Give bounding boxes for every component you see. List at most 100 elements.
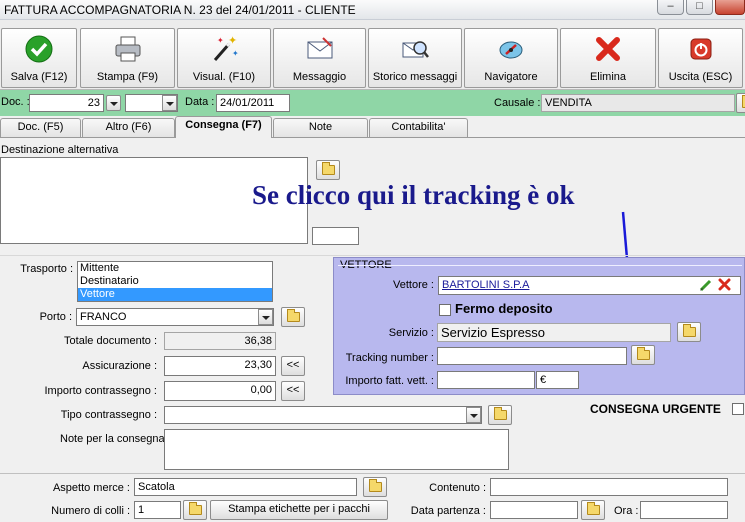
compass-icon [499, 41, 523, 59]
stampa-etichette-button[interactable]: Stampa etichette per i pacchi [210, 500, 388, 520]
annotation-text: Se clicco qui il tracking è ok [252, 180, 574, 211]
visual-button[interactable]: ✦ ✦ ✦ Visual. (F10) [177, 28, 271, 88]
delete-icon[interactable] [718, 278, 731, 291]
stampa-label: Stampa (F9) [96, 71, 159, 83]
totale-label: Totale documento : [64, 335, 157, 347]
fermo-deposito-label: Fermo deposito [455, 301, 553, 316]
aspetto-label: Aspetto merce : [52, 482, 130, 494]
aspetto-lookup-button[interactable] [363, 477, 387, 497]
tipo-contrassegno-lookup-button[interactable] [488, 405, 512, 425]
stampa-button[interactable]: Stampa (F9) [80, 28, 175, 88]
tab-altro[interactable]: Altro (F6) [82, 118, 175, 137]
messaggio-label: Messaggio [292, 71, 347, 83]
contrassegno-label: Importo contrassegno : [44, 385, 157, 397]
tipo-contrassegno-label: Tipo contrassegno : [60, 409, 157, 421]
ora-label: Ora : [614, 505, 639, 517]
uscita-button[interactable]: Uscita (ESC) [658, 28, 743, 88]
destinazione-lookup-button[interactable] [316, 160, 340, 180]
note-consegna-textarea[interactable] [164, 429, 509, 470]
porto-lookup-button[interactable] [281, 307, 305, 327]
elimina-button[interactable]: Elimina [560, 28, 656, 88]
tab-doc[interactable]: Doc. (F5) [0, 118, 81, 137]
assicurazione-field[interactable]: 23,30 [164, 356, 276, 376]
porto-select[interactable]: FRANCO [76, 308, 274, 326]
envelope-icon [307, 37, 332, 59]
navigatore-label: Navigatore [484, 71, 538, 83]
causale-lookup-button[interactable] [736, 93, 745, 113]
tab-contabilita[interactable]: Contabilita' [369, 118, 468, 137]
fermo-deposito-checkbox[interactable] [439, 304, 451, 316]
servizio-label: Servizio : [388, 327, 434, 339]
toolbar: Salva (F12) Stampa (F9) ✦ ✦ ✦ Visual. (F10… [0, 20, 745, 90]
tab-note[interactable]: Note [273, 118, 368, 137]
salva-button[interactable]: Salva (F12) [1, 28, 77, 88]
causale-field[interactable]: VENDITA [541, 94, 735, 112]
vettore-field[interactable]: BARTOLINI S.P.A [438, 276, 741, 295]
servizio-field[interactable]: Servizio Espresso [437, 323, 671, 342]
folder-icon [189, 502, 202, 515]
storico-messaggi-button[interactable]: Storico messaggi [368, 28, 462, 88]
folder-icon [287, 309, 300, 322]
contrassegno-back-button[interactable]: << [281, 381, 305, 401]
divider [338, 265, 742, 266]
close-window-button[interactable] [715, 0, 745, 15]
maximize-button[interactable]: □ [686, 0, 713, 15]
destinazione-legend: Destinazione alternativa [1, 144, 119, 156]
folder-icon [587, 502, 600, 515]
x-icon [596, 37, 620, 61]
consegna-urgente-label: CONSEGNA URGENTE [590, 402, 721, 416]
salva-label: Salva (F12) [10, 71, 68, 83]
storico-messaggi-label: Storico messaggi [372, 71, 458, 83]
data-label: Data : [185, 96, 215, 108]
causale-label: Causale : [494, 97, 541, 109]
tracking-field[interactable] [437, 347, 627, 365]
doc-number-field[interactable]: 23 [29, 94, 104, 112]
servizio-lookup-button[interactable] [677, 322, 701, 342]
ora-field[interactable] [640, 501, 728, 519]
tracking-label: Tracking number : [345, 352, 434, 364]
importo-vettore-field[interactable] [437, 371, 535, 389]
data-partenza-field[interactable] [490, 501, 578, 519]
trasporto-label: Trasporto : [20, 263, 73, 275]
svg-text:✦: ✦ [228, 35, 237, 47]
chevron-down-icon[interactable] [258, 309, 273, 325]
visual-label: Visual. (F10) [192, 71, 256, 83]
svg-text:✦: ✦ [232, 49, 239, 58]
minimize-button[interactable]: – [657, 0, 684, 15]
navigatore-button[interactable]: Navigatore [464, 28, 558, 88]
messaggio-button[interactable]: Messaggio [273, 28, 366, 88]
doc-spin-button[interactable] [106, 95, 121, 111]
envelope-search-icon [402, 41, 429, 58]
colli-label: Numero di colli : [51, 505, 130, 517]
window-title: FATTURA ACCOMPAGNATORIA N. 23 del 24/01/… [4, 3, 356, 17]
divider [0, 255, 745, 256]
tracking-lookup-button[interactable] [631, 345, 655, 365]
list-item[interactable]: Mittente [78, 262, 272, 275]
data-partenza-label: Data partenza : [410, 505, 486, 517]
vettore-group: VETTORE Vettore : BARTOLINI S.P.A Fermo … [333, 257, 745, 395]
calendar-button[interactable] [581, 500, 605, 520]
totale-field: 36,38 [164, 332, 276, 350]
destinazione-code-field[interactable] [312, 227, 359, 245]
assicurazione-back-button[interactable]: << [281, 356, 305, 376]
tab-consegna[interactable]: Consegna (F7) [175, 116, 272, 138]
contrassegno-field[interactable]: 0,00 [164, 381, 276, 401]
aspetto-field[interactable]: Scatola [134, 478, 357, 496]
power-icon [690, 38, 711, 60]
list-item[interactable]: Destinatario [78, 275, 272, 288]
colli-lookup-button[interactable] [183, 500, 207, 520]
trasporto-listbox[interactable]: Mittente Destinatario Vettore [77, 261, 273, 302]
data-field[interactable]: 24/01/2011 [216, 94, 290, 112]
contenuto-field[interactable] [490, 478, 728, 496]
pencil-icon[interactable] [699, 278, 713, 292]
vettore-link[interactable]: BARTOLINI S.P.A [442, 279, 529, 291]
colli-field[interactable]: 1 [134, 501, 181, 519]
doc-label: Doc. : [1, 96, 30, 108]
chevron-down-icon[interactable] [162, 95, 177, 111]
consegna-urgente-checkbox[interactable] [732, 403, 744, 415]
list-item-selected[interactable]: Vettore [78, 288, 272, 301]
folder-icon [637, 347, 650, 360]
currency-field[interactable]: € [536, 371, 579, 389]
chevron-down-icon[interactable] [466, 407, 481, 423]
tipo-contrassegno-select[interactable] [164, 406, 482, 424]
